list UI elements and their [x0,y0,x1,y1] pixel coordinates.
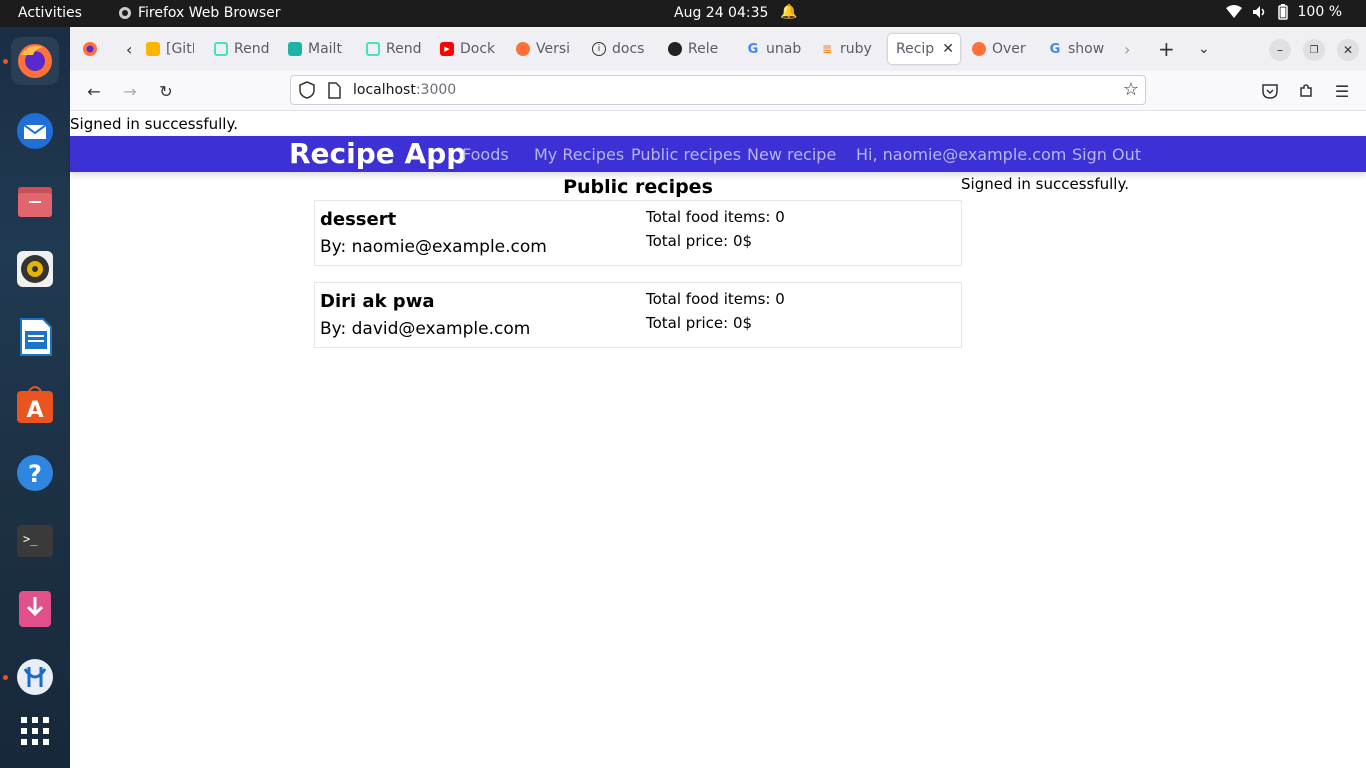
svg-text:>_: >_ [23,532,38,546]
firefox-small-icon [119,7,131,19]
firefox-view-icon[interactable] [82,34,98,64]
battery-icon [1277,4,1288,20]
tab[interactable]: G show [1048,34,1104,64]
navigation-toolbar: ← → ↻ localhost:3000 ☆ ☰ [70,71,1366,111]
mail-icon [288,42,302,56]
github-icon [668,42,682,56]
menu-icon[interactable]: ☰ [1331,80,1353,102]
site-navbar: Recipe App Foods My Recipes Public recip… [70,136,1366,172]
wifi-icon [1225,5,1242,18]
tracking-protection-icon[interactable] [299,81,315,103]
url-bar[interactable]: localhost:3000 ☆ [290,75,1146,105]
scroll-tabs-right-icon[interactable]: › [1124,34,1130,64]
svg-text:?: ? [28,460,42,488]
running-indicator [3,675,8,680]
files-icon[interactable] [11,177,59,225]
bookmark-star-icon[interactable]: ☆ [1123,79,1139,100]
show-apps-icon[interactable] [11,707,59,755]
firefox-icon[interactable] [11,37,59,85]
page-content: Signed in successfully. Recipe App Foods… [70,112,1366,768]
recipe-total-items: Total food items: 0 [646,208,785,226]
tab[interactable]: i docs [592,34,648,64]
firefox-icon [972,42,986,56]
firefox-window: ‹ [GitH Rend Mailt Rend ▶ Dock Versi i d… [70,27,1366,768]
activities-button[interactable]: Activities [18,5,82,21]
render-icon [366,42,380,56]
writer-icon[interactable] [11,313,59,361]
nav-sign-out[interactable]: Sign Out [1072,145,1141,164]
firefox-icon [516,42,530,56]
battery-percent: 100 % [1297,4,1342,20]
back-icon[interactable]: ← [83,80,105,102]
terminal-icon[interactable]: >_ [11,517,59,565]
tab[interactable]: Rend [366,34,422,64]
recipe-card[interactable]: Diri ak pwa By: david@example.com Total … [314,282,962,348]
nav-new-recipe[interactable]: New recipe [747,145,836,164]
tab-strip: ‹ [GitH Rend Mailt Rend ▶ Dock Versi i d… [70,27,1366,71]
recipe-total-items: Total food items: 0 [646,290,785,308]
thunderbird-icon[interactable] [11,107,59,155]
forward-icon[interactable]: → [119,80,141,102]
page-info-icon[interactable] [327,82,341,103]
dock: A ? >_ [0,27,70,768]
recipe-card[interactable]: dessert By: naomie@example.com Total foo… [314,200,962,266]
volume-icon [1252,6,1264,18]
notification-bell-icon: 🔔 [780,4,798,20]
nav-my-recipes[interactable]: My Recipes [534,145,624,164]
nav-public-recipes[interactable]: Public recipes [631,145,741,164]
recipe-name[interactable]: dessert [320,209,396,230]
youtube-icon: ▶ [440,42,454,56]
maximize-icon[interactable]: ❐ [1303,39,1325,61]
vscode-icon[interactable] [11,653,59,701]
recipe-total-price: Total price: 0$ [646,314,753,332]
github-icon [146,42,160,56]
recipe-author: By: david@example.com [320,319,531,339]
app-menu[interactable]: Firefox Web Browser [118,5,281,21]
info-icon: i [592,42,606,56]
system-tray[interactable]: 100 % [1225,4,1342,20]
tab-active[interactable]: Recip ✕ [888,34,960,64]
nav-foods[interactable]: Foods [462,145,509,164]
recipe-name[interactable]: Diri ak pwa [320,291,434,312]
rhythmbox-icon[interactable] [11,245,59,293]
google-icon: G [747,41,759,57]
deb-installer-icon[interactable] [11,585,59,633]
tab[interactable]: ≣ ruby [820,34,876,64]
system-top-bar: Activities Firefox Web Browser Aug 24 04… [0,0,1366,27]
recipe-author: By: naomie@example.com [320,237,547,257]
list-all-tabs-icon[interactable]: ⌄ [1198,34,1210,64]
running-indicator [3,59,8,64]
app-center-icon[interactable]: A [11,381,59,429]
url-text[interactable]: localhost:3000 [353,82,456,98]
tab[interactable]: Versi [516,34,572,64]
tab[interactable]: G unab [746,34,802,64]
render-icon [214,42,228,56]
page-title: Public recipes [563,176,713,198]
svg-text:A: A [26,398,43,423]
nav-user-greeting[interactable]: Hi, naomie@example.com [856,145,1066,164]
scroll-tabs-left-icon[interactable]: ‹ [126,34,132,64]
minimize-icon[interactable]: – [1269,39,1291,61]
reload-icon[interactable]: ↻ [155,80,177,102]
close-tab-icon[interactable]: ✕ [942,41,954,57]
tab[interactable]: Mailt [288,34,344,64]
google-icon: G [1049,41,1061,57]
pocket-icon[interactable] [1259,80,1281,102]
app-name: Firefox Web Browser [138,5,281,21]
tab[interactable]: Rend [214,34,270,64]
brand-link[interactable]: Recipe App [289,137,466,170]
help-icon[interactable]: ? [11,449,59,497]
recipe-total-price: Total price: 0$ [646,232,753,250]
flash-notice: Signed in successfully. [70,115,238,133]
tab[interactable]: Rele [668,34,724,64]
close-window-icon[interactable]: ✕ [1337,39,1359,61]
tab[interactable]: ▶ Dock [440,34,498,64]
extensions-icon[interactable] [1295,80,1317,102]
new-tab-icon[interactable]: + [1158,34,1175,64]
tab[interactable]: Over [972,34,1028,64]
flash-notice-side: Signed in successfully. [961,175,1129,193]
tab[interactable]: [GitH [146,34,194,64]
stackoverflow-icon: ≣ [821,42,833,56]
clock[interactable]: Aug 24 04:35 [674,5,768,21]
